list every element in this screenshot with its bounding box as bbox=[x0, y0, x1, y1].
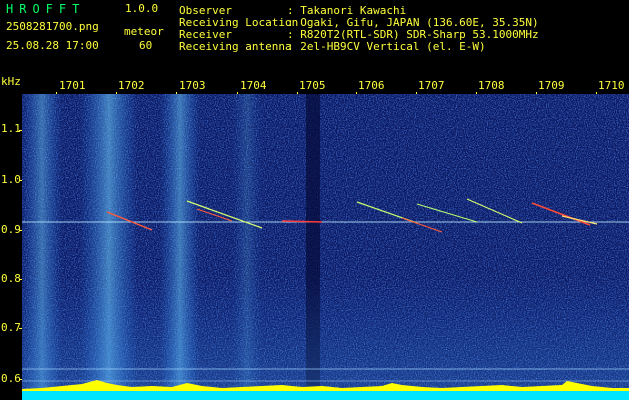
header-panel: HROFFT 1.0.0 2508281700.png meteor 25.08… bbox=[0, 0, 629, 80]
spectrogram-panel bbox=[22, 94, 629, 400]
time-tick-1706: 1706 bbox=[358, 79, 385, 92]
time-tick-1705: 1705 bbox=[299, 79, 326, 92]
time-tick-1703: 1703 bbox=[179, 79, 206, 92]
time-tick-1701: 1701 bbox=[59, 79, 86, 92]
baseline-bar bbox=[22, 391, 629, 400]
time-tick-1710: 1710 bbox=[598, 79, 625, 92]
time-tick-1707: 1707 bbox=[418, 79, 445, 92]
time-tick-1702: 1702 bbox=[118, 79, 145, 92]
freq-tick-1.0: 1.0 bbox=[1, 173, 21, 186]
antenna-value: : 2el-HB9CV Vertical (el. E-W) bbox=[287, 40, 486, 53]
meteor-label: meteor bbox=[124, 25, 164, 38]
freq-tick-0.7: 0.7 bbox=[1, 321, 21, 334]
freq-tick-0.9: 0.9 bbox=[1, 223, 21, 236]
freq-tick-0.8: 0.8 bbox=[1, 272, 21, 285]
antenna-label: Receiving antenna bbox=[179, 40, 292, 53]
time-tick-1708: 1708 bbox=[478, 79, 505, 92]
time-tick-1704: 1704 bbox=[240, 79, 267, 92]
app-title: HROFFT bbox=[6, 2, 86, 16]
observation-datetime: 25.08.28 17:00 bbox=[6, 39, 99, 52]
time-tick-1709: 1709 bbox=[538, 79, 565, 92]
frequency-unit: kHz bbox=[1, 75, 21, 88]
meteor-echo bbox=[281, 220, 323, 223]
freq-tick-1.1: 1.1 bbox=[1, 122, 21, 135]
freq-tick-0.6: 0.6 bbox=[1, 372, 21, 385]
app-version: 1.0.0 bbox=[125, 2, 159, 15]
meteor-count: 60 bbox=[139, 39, 153, 52]
file-name: 2508281700.png bbox=[6, 20, 99, 33]
